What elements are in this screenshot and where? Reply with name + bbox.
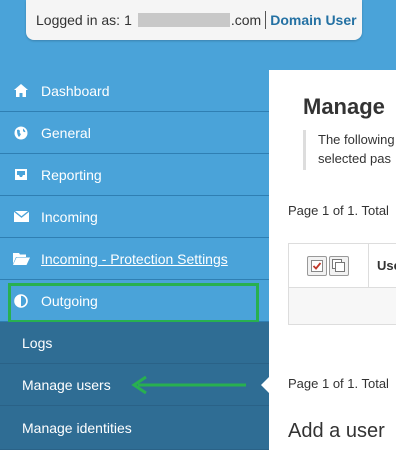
user-role: Domain User <box>270 12 357 28</box>
table-row <box>289 288 396 324</box>
logged-in-label: Logged in as: <box>36 12 121 28</box>
sidebar-item-label: Outgoing <box>41 292 98 309</box>
users-table: Use <box>288 243 396 325</box>
column-header-user[interactable]: Use <box>369 258 396 273</box>
envelope-icon <box>12 211 30 222</box>
info-line-1: The following <box>318 132 395 147</box>
table-header: Use <box>289 243 396 288</box>
select-page-checkbox-icon[interactable] <box>328 255 349 276</box>
info-line-2: selected pas <box>318 151 391 166</box>
sidebar-item-label: General <box>41 124 91 141</box>
add-user-heading: Add a user <box>288 420 385 442</box>
home-icon <box>12 84 30 97</box>
select-all-cell <box>289 243 369 288</box>
half-circle-icon <box>12 293 30 308</box>
sidebar-item-general[interactable]: General <box>0 112 269 154</box>
sidebar-item-incoming[interactable]: Incoming <box>0 196 269 238</box>
sidebar-subitem-label: Manage identities <box>22 419 132 436</box>
pager-top: Page 1 of 1. Total <box>288 203 389 218</box>
sidebar-item-dashboard[interactable]: Dashboard <box>0 70 269 112</box>
top-banner: Logged in as: 1 .com Domain User <box>0 0 396 70</box>
globe-icon <box>12 126 30 140</box>
info-callout: The following selected pas <box>303 130 396 170</box>
main-content: Manage The following selected pas Page 1… <box>269 70 396 450</box>
sidebar-item-incoming-protection-settings[interactable]: Incoming - Protection Settings <box>0 238 269 280</box>
folder-open-icon <box>12 252 30 265</box>
active-pointer-notch <box>261 377 269 393</box>
sidebar-item-label: Incoming - Protection Settings <box>41 250 228 267</box>
sidebar-item-label: Dashboard <box>41 82 110 99</box>
sidebar-item-outgoing[interactable]: Outgoing <box>0 280 269 322</box>
inbox-icon <box>12 168 30 181</box>
masked-prefix: 1 <box>124 12 132 28</box>
sidebar-item-label: Incoming <box>41 208 98 225</box>
arrow-annotation-icon <box>131 375 246 395</box>
redacted-email <box>137 13 230 27</box>
page-title: Manage <box>303 94 385 119</box>
email-suffix: .com <box>230 12 262 28</box>
sidebar-subitem-logs[interactable]: Logs <box>0 322 269 364</box>
sidebar-item-label: Reporting <box>41 166 102 183</box>
separator <box>265 11 267 29</box>
login-status: Logged in as: 1 .com Domain User <box>26 0 362 40</box>
sidebar-subitem-manage-identities[interactable]: Manage identities <box>0 406 269 450</box>
select-all-checkbox-icon[interactable] <box>306 255 327 276</box>
sidebar-subitem-label: Logs <box>22 334 53 351</box>
sidebar-item-reporting[interactable]: Reporting <box>0 154 269 196</box>
pager-bottom: Page 1 of 1. Total <box>288 376 389 391</box>
sidebar-subitem-label: Manage users <box>22 376 111 393</box>
